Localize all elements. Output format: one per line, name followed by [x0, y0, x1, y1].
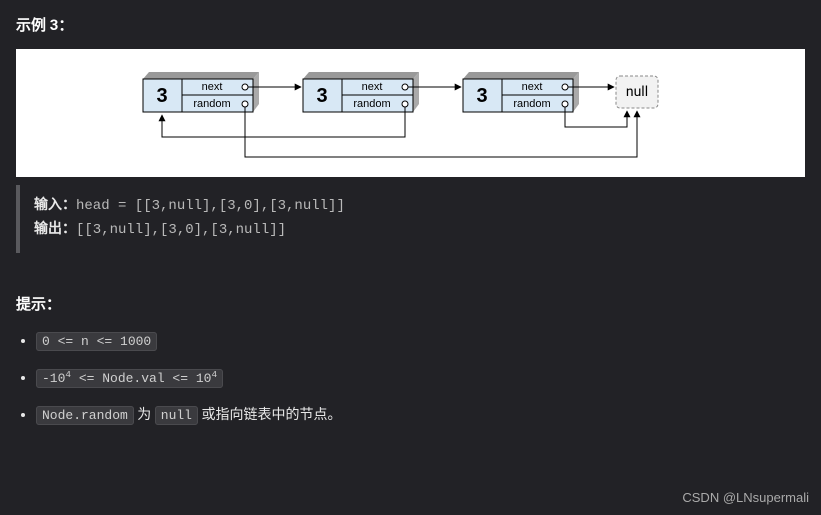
output-line: 输出：[[3,null],[3,0],[3,null]]	[34, 219, 791, 243]
io-block: 输入：head = [[3,null],[3,0],[3,null]] 输出：[…	[16, 185, 805, 253]
hint-code-0: 0 <= n <= 1000	[36, 332, 157, 351]
svg-text:random: random	[193, 98, 230, 110]
svg-text:3: 3	[156, 85, 167, 107]
svg-text:3: 3	[476, 85, 487, 107]
hints-title: 提示：	[16, 293, 805, 314]
svg-text:next: next	[362, 81, 383, 93]
node-3: 3 next random	[463, 72, 579, 112]
hints-list: 0 <= n <= 1000 -104 <= Node.val <= 104 N…	[16, 332, 805, 425]
hint-code-1: -104 <= Node.val <= 104	[36, 369, 223, 388]
svg-text:random: random	[353, 98, 390, 110]
linked-list-diagram: 3 next random 3 next random	[16, 49, 805, 177]
input-line: 输入：head = [[3,null],[3,0],[3,null]]	[34, 195, 791, 219]
svg-text:3: 3	[316, 85, 327, 107]
node-1: 3 next random	[143, 72, 259, 112]
svg-text:random: random	[513, 98, 550, 110]
hint-code-2a: Node.random	[36, 406, 134, 425]
svg-text:next: next	[522, 81, 543, 93]
random-arrow-1	[245, 107, 637, 157]
hint-code-2b: null	[155, 406, 198, 425]
svg-text:null: null	[626, 84, 648, 100]
watermark: CSDN @LNsupermali	[682, 490, 809, 505]
hint-item-2: Node.random 为 null 或指向链表中的节点。	[36, 406, 805, 425]
svg-text:next: next	[202, 81, 223, 93]
null-node: null	[616, 76, 658, 108]
node-2: 3 next random	[303, 72, 419, 112]
example-title: 示例 3：	[16, 14, 805, 35]
hint-item-0: 0 <= n <= 1000	[36, 332, 805, 351]
hint-item-1: -104 <= Node.val <= 104	[36, 368, 805, 387]
